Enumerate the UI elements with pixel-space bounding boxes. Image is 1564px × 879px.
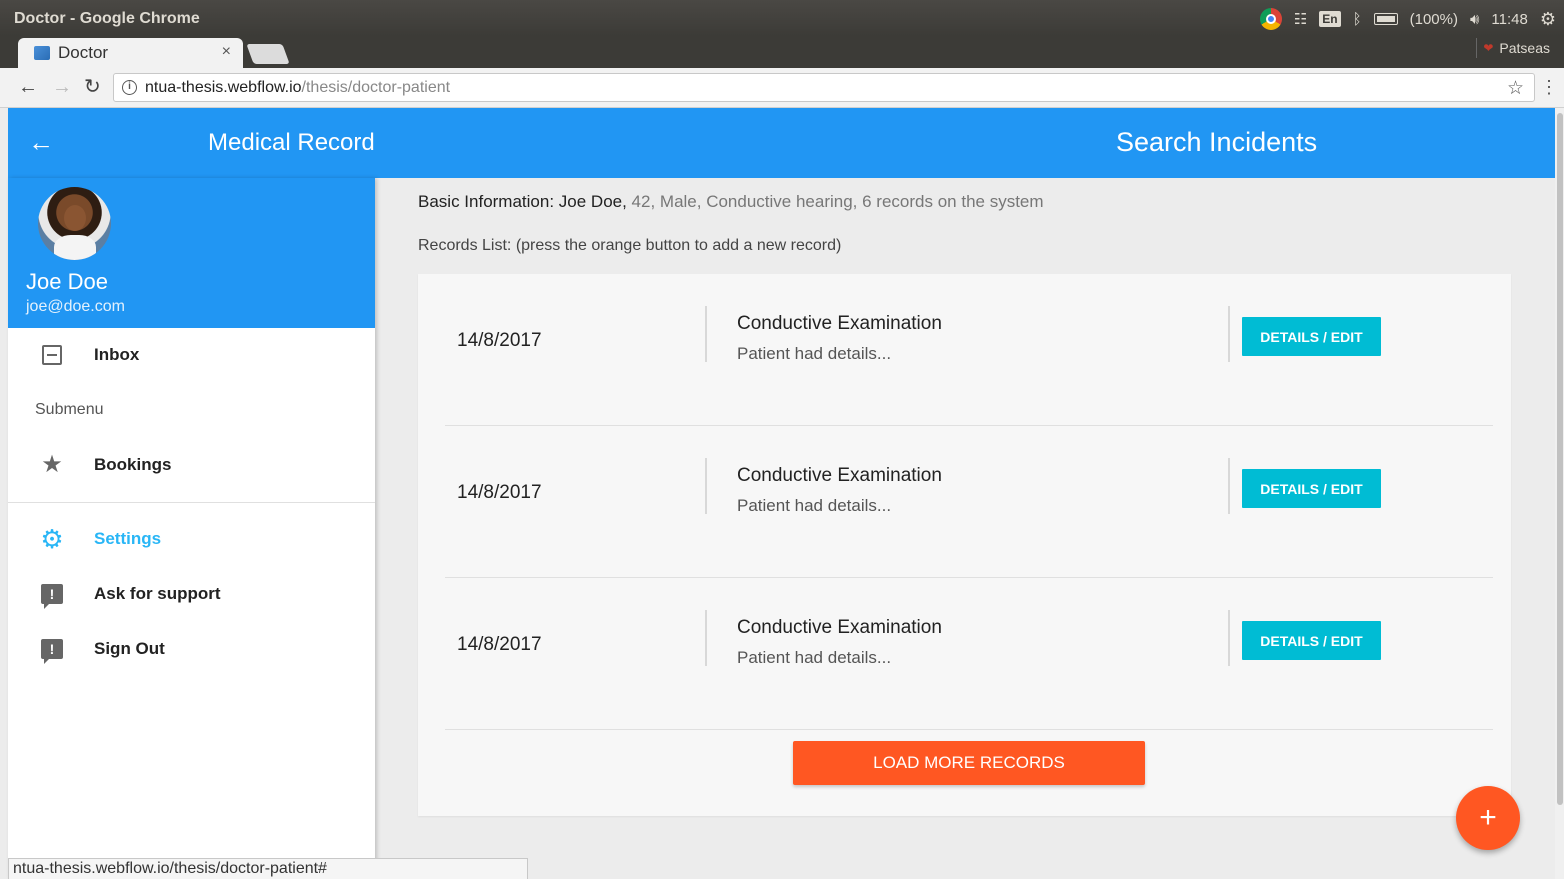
back-arrow-icon[interactable]: ←: [18, 76, 38, 98]
details-edit-button[interactable]: DETAILS / EDIT: [1242, 469, 1381, 508]
basic-info-label: Basic Information: Joe Doe,: [418, 192, 627, 211]
records-list-hint: Records List: (press the orange button t…: [418, 237, 842, 254]
drawer-item-label: Bookings: [94, 455, 172, 474]
inbox-icon: [40, 343, 64, 367]
page-title: Medical Record: [208, 129, 375, 156]
drawer-item-label: Ask for support: [94, 584, 221, 603]
drawer-item-label: Settings: [94, 529, 162, 548]
record-row: 14/8/2017 Conductive Examination Patient…: [418, 426, 1511, 578]
details-edit-button[interactable]: DETAILS / EDIT: [1242, 317, 1381, 356]
load-more-records-button[interactable]: LOAD MORE RECORDS: [793, 741, 1145, 785]
drawer-item-inbox[interactable]: Inbox: [8, 335, 375, 375]
feedback-icon: !: [40, 582, 64, 609]
tab-title: Doctor: [58, 43, 109, 62]
url-path: /thesis/doctor-patient: [301, 78, 451, 96]
record-row: 14/8/2017 Conductive Examination Patient…: [418, 578, 1511, 730]
drawer-subheader: Submenu: [35, 401, 104, 418]
info-icon[interactable]: i: [122, 80, 137, 95]
tab-close-icon[interactable]: ×: [222, 43, 231, 61]
url-host: ntua-thesis.webflow.io: [145, 78, 302, 96]
address-bar[interactable]: i ntua-thesis.webflow.io /thesis/doctor-…: [113, 73, 1535, 102]
app-bar: ← Medical Record Search Incidents: [8, 108, 1555, 178]
drawer-item-label: Inbox: [94, 345, 140, 364]
record-description: Patient had details...: [737, 648, 892, 667]
record-date: 14/8/2017: [457, 634, 542, 655]
reload-icon[interactable]: ↻: [84, 76, 101, 98]
forward-arrow-icon[interactable]: →: [52, 76, 72, 98]
favicon-icon: [34, 46, 50, 60]
star-icon: ★: [41, 451, 63, 478]
drawer-item-ask-for-support[interactable]: ! Ask for support: [8, 574, 375, 614]
avatar: [38, 187, 111, 260]
drawer-item-bookings[interactable]: ★ Bookings: [8, 445, 375, 485]
drawer-header: Joe Doe joe@doe.com: [8, 178, 375, 328]
bluetooth-icon[interactable]: ᛒ: [1353, 11, 1362, 28]
record-date: 14/8/2017: [457, 482, 542, 503]
divider: [705, 458, 707, 514]
row-divider: [445, 729, 1493, 730]
profile-name: Patseas: [1499, 40, 1550, 56]
window-title: Doctor - Google Chrome: [14, 10, 200, 27]
user-name: Joe Doe: [26, 269, 108, 294]
scrollbar-thumb[interactable]: [1557, 113, 1563, 805]
chrome-menu-icon[interactable]: ⋮: [1540, 77, 1558, 98]
divider: [705, 306, 707, 362]
battery-icon[interactable]: [1373, 13, 1398, 25]
divider: [1228, 610, 1230, 666]
volume-icon[interactable]: 🔊︎: [1470, 11, 1479, 28]
basic-info-details: 42, Male, Conductive hearing, 6 records …: [626, 192, 1044, 211]
os-title-bar: Doctor - Google Chrome ☷ En ᛒ (100%) 🔊︎ …: [0, 0, 1564, 36]
record-description: Patient had details...: [737, 496, 892, 515]
divider: [1228, 306, 1230, 362]
wifi-icon[interactable]: ☷: [1294, 10, 1307, 28]
drawer-item-sign-out[interactable]: ! Sign Out: [8, 629, 375, 669]
keyboard-language[interactable]: En: [1319, 11, 1341, 27]
battery-level: (100%): [1409, 10, 1458, 28]
search-incidents-link[interactable]: Search Incidents: [1116, 127, 1317, 158]
feedback-icon: !: [40, 637, 64, 664]
drawer-item-settings[interactable]: ⚙ Settings: [8, 519, 375, 559]
profile-button[interactable]: ❤ Patseas: [1476, 38, 1556, 58]
divider: [705, 610, 707, 666]
bookmark-star-icon[interactable]: ☆: [1507, 77, 1524, 100]
record-row: 14/8/2017 Conductive Examination Patient…: [418, 274, 1511, 426]
new-tab-button[interactable]: [246, 44, 290, 64]
records-card: 14/8/2017 Conductive Examination Patient…: [418, 274, 1511, 816]
drawer-item-label: Sign Out: [94, 639, 165, 658]
chrome-icon[interactable]: [1259, 8, 1282, 30]
gear-icon: ⚙: [40, 524, 64, 554]
record-title: Conductive Examination: [737, 617, 942, 638]
record-description: Patient had details...: [737, 344, 892, 363]
divider: [1228, 458, 1230, 514]
details-edit-button[interactable]: DETAILS / EDIT: [1242, 621, 1381, 660]
system-tray: ☷ En ᛒ (100%) 🔊︎ 11:48 ⚙: [1259, 8, 1556, 30]
back-arrow-icon[interactable]: ←: [28, 128, 54, 156]
tab-doctor[interactable]: Doctor ×: [18, 38, 243, 68]
drawer-divider: [8, 502, 375, 503]
tab-strip: Doctor × ❤ Patseas: [0, 36, 1564, 68]
record-title: Conductive Examination: [737, 465, 942, 486]
add-record-button[interactable]: +: [1456, 786, 1520, 850]
record-date: 14/8/2017: [457, 330, 542, 351]
screen: Doctor - Google Chrome ☷ En ᛒ (100%) 🔊︎ …: [0, 0, 1564, 879]
navigation-drawer: Joe Doe joe@doe.com Inbox Submenu ★ Book…: [8, 178, 375, 879]
clock[interactable]: 11:48: [1491, 11, 1527, 28]
user-email: joe@doe.com: [26, 298, 125, 315]
browser-toolbar: ← → ↻ i ntua-thesis.webflow.io /thesis/d…: [0, 68, 1564, 108]
system-gear-icon[interactable]: ⚙: [1540, 9, 1556, 30]
basic-information: Basic Information: Joe Doe, 42, Male, Co…: [418, 192, 1044, 212]
status-bubble: ntua-thesis.webflow.io/thesis/doctor-pat…: [8, 858, 528, 879]
profile-icon: ❤: [1483, 41, 1494, 55]
record-title: Conductive Examination: [737, 313, 942, 334]
